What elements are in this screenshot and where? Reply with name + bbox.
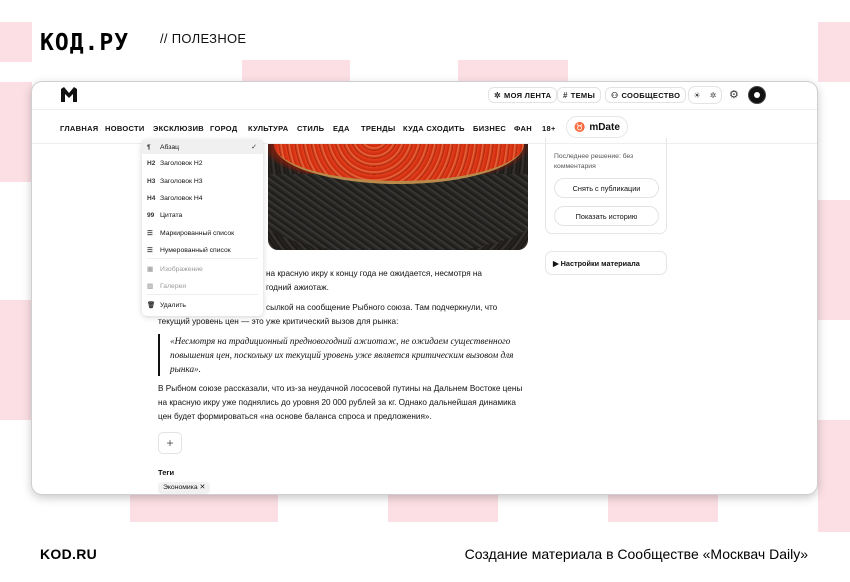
menu-item-label: Заголовок H3 — [160, 177, 203, 185]
topics-label: ТЕМЫ — [570, 90, 596, 100]
menu-item-numbered-list[interactable]: ☰ Нумерованный список — [142, 243, 263, 257]
tags-label: Теги — [158, 468, 175, 477]
menu-item-label: Цитата — [160, 211, 183, 219]
article-paragraph-1-line-2[interactable]: годний ажиотаж. — [266, 281, 329, 295]
background-tile — [818, 420, 850, 532]
menu-item-label: Заголовок H4 — [160, 194, 203, 202]
menu-item-delete[interactable]: 🗑 Удалить — [142, 298, 263, 312]
heading-h2-icon: H2 — [147, 159, 156, 167]
mdate-button[interactable]: ♉ mDate — [566, 116, 628, 138]
heading-h3-icon: H3 — [147, 177, 156, 185]
mdate-label: mDate — [589, 121, 620, 133]
last-decision-text: Последнее решение: без комментария — [554, 153, 634, 170]
bull-icon: ♉ — [574, 121, 586, 132]
people-icon: ⚇ — [611, 90, 619, 100]
avatar[interactable] — [748, 86, 766, 104]
menu-item-heading-h4[interactable]: H4 Заголовок H4 — [142, 191, 263, 205]
top-bar: ✲ МОЯ ЛЕНТА # ТЕМЫ ⚇ СООБЩЕСТВО ☀ ✲ ⚙ — [32, 82, 817, 110]
article-paragraph-1-line-1[interactable]: на красную икру к концу года не ожидаетс… — [266, 267, 482, 281]
gallery-icon: ▥ — [147, 283, 154, 290]
menu-item-label: Нумерованный список — [160, 246, 231, 254]
my-feed-button[interactable]: ✲ МОЯ ЛЕНТА — [488, 87, 558, 103]
nav-item-food[interactable]: ЕДА — [333, 124, 350, 133]
material-settings-toggle[interactable]: ▶ Настройки материала — [545, 251, 667, 275]
image-icon: ▣ — [147, 266, 154, 273]
community-button[interactable]: ⚇ СООБЩЕСТВО — [605, 87, 687, 103]
theme-toggle[interactable]: ☀ ✲ — [688, 86, 722, 104]
background-tile — [242, 60, 350, 82]
article-photo[interactable] — [268, 144, 528, 250]
nav-item-culture[interactable]: КУЛЬТУРА — [248, 124, 288, 133]
sparkle-icon: ✲ — [494, 90, 502, 100]
nav-item-city[interactable]: ГОРОД — [210, 124, 237, 133]
menu-item-gallery: ▥ Галерея — [142, 279, 263, 293]
background-tile — [818, 200, 850, 320]
app-window: ✲ МОЯ ЛЕНТА # ТЕМЫ ⚇ СООБЩЕСТВО ☀ ✲ ⚙ ГЛ… — [32, 82, 817, 494]
hash-icon: # — [563, 90, 568, 100]
unpublish-button[interactable]: Снять с публикации — [554, 178, 659, 198]
footer-brand[interactable]: KOD.RU — [40, 546, 97, 562]
background-tile — [458, 60, 568, 82]
bowl-image — [268, 174, 528, 250]
menu-item-paragraph[interactable]: ¶ Абзац ✓ — [142, 140, 263, 154]
heading-h4-icon: H4 — [147, 194, 156, 202]
numbered-list-icon: ☰ — [147, 247, 153, 254]
menu-item-label: Маркированный список — [160, 229, 235, 237]
m-logo-icon[interactable] — [60, 86, 78, 104]
quote-icon: 99 — [147, 211, 155, 219]
nav-item-fun[interactable]: ФАН — [514, 124, 532, 133]
background-tile — [0, 82, 32, 182]
menu-item-label: Удалить — [160, 301, 186, 309]
menu-item-label: Заголовок H2 — [160, 159, 203, 167]
sparkle-icon: ✲ — [709, 90, 717, 100]
article-paragraph-2-line-2[interactable]: текущий уровень цен — это уже критически… — [158, 315, 398, 329]
bulleted-list-icon: ☰ — [147, 230, 153, 237]
nav-item-style[interactable]: СТИЛЬ — [297, 124, 324, 133]
block-type-menu: ¶ Абзац ✓ H2 Заголовок H2 H3 Заголовок H… — [142, 140, 263, 316]
menu-item-quote[interactable]: 99 Цитата — [142, 208, 263, 222]
community-label: СООБЩЕСТВО — [621, 90, 681, 100]
add-block-button[interactable]: + — [158, 432, 182, 454]
my-feed-label: МОЯ ЛЕНТА — [504, 90, 552, 100]
article-quote[interactable]: «Несмотря на традиционный предновогодний… — [158, 334, 530, 376]
sun-icon: ☀ — [693, 90, 701, 100]
menu-item-label: Изображение — [160, 265, 203, 273]
nav-item-18plus[interactable]: 18+ — [542, 124, 556, 133]
menu-divider — [147, 294, 258, 295]
background-tile — [608, 494, 718, 522]
menu-item-heading-h3[interactable]: H3 Заголовок H3 — [142, 174, 263, 188]
menu-item-image: ▣ Изображение — [142, 262, 263, 276]
background-tile — [388, 494, 498, 522]
nav-item-news[interactable]: НОВОСТИ — [105, 124, 145, 133]
background-tile — [130, 494, 278, 522]
article-paragraph-3[interactable]: В Рыбном союзе рассказали, что из-за неу… — [158, 382, 530, 424]
menu-item-label: Галерея — [160, 282, 187, 290]
topics-button[interactable]: # ТЕМЫ — [557, 87, 602, 103]
show-history-button[interactable]: Показать историю — [554, 206, 659, 226]
moderation-panel: Последнее решение: без комментария Снять… — [545, 138, 667, 234]
nav-item-trends[interactable]: ТРЕНДЫ — [361, 124, 396, 133]
gear-icon[interactable]: ⚙ — [729, 88, 739, 101]
tag-chip[interactable]: Экономика ✕ — [158, 482, 211, 494]
nav-item-where-to-go[interactable]: КУДА СХОДИТЬ — [403, 124, 465, 133]
menu-item-bulleted-list[interactable]: ☰ Маркированный список — [142, 226, 263, 240]
menu-divider — [147, 258, 258, 259]
paragraph-icon: ¶ — [147, 143, 151, 151]
nav-item-home[interactable]: ГЛАВНАЯ — [60, 124, 98, 133]
page-header: КОД.РУ // ПОЛЕЗНОЕ — [0, 0, 850, 60]
site-logo[interactable]: КОД.РУ — [40, 30, 129, 56]
menu-item-heading-h2[interactable]: H2 Заголовок H2 — [142, 156, 263, 170]
article-paragraph-2-line-1[interactable]: сылкой на сообщение Рыбного союза. Там п… — [266, 301, 497, 315]
trash-icon: 🗑 — [147, 302, 156, 309]
image-caption: Создание материала в Сообществе «Москвач… — [464, 546, 808, 562]
nav-item-business[interactable]: БИЗНЕС — [473, 124, 506, 133]
check-icon: ✓ — [251, 144, 257, 151]
rubric-label: // ПОЛЕЗНОЕ — [160, 31, 247, 46]
background-tile — [0, 300, 32, 420]
menu-item-label: Абзац — [160, 143, 180, 151]
nav-item-exclusive[interactable]: ЭКСКЛЮЗИВ — [153, 124, 204, 133]
